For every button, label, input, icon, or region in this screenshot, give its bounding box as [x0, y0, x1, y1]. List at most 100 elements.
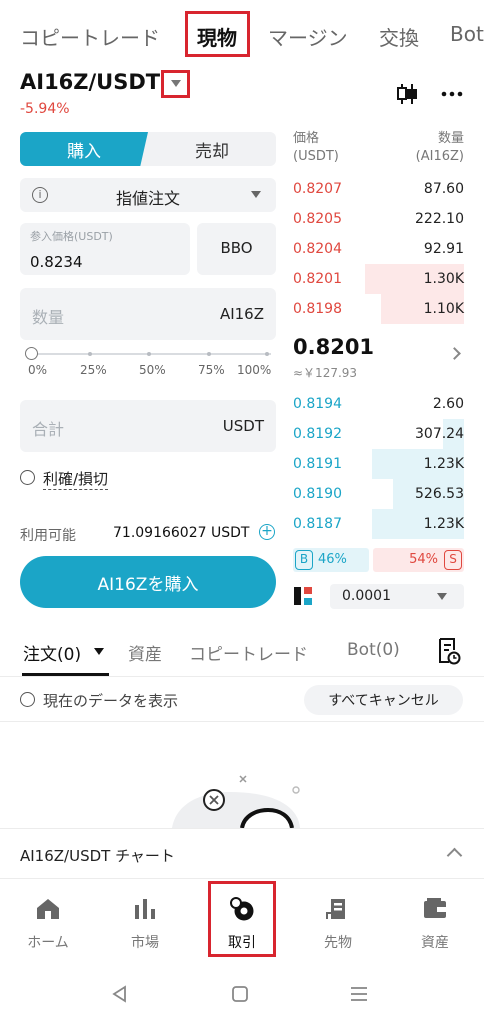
bbo-button[interactable]: BBO	[197, 223, 276, 275]
ask-row[interactable]: 0.8204 92.91	[287, 234, 464, 264]
buy-ratio-tag: B	[295, 550, 313, 570]
bid-qty: 1.23K	[423, 456, 464, 472]
highlight-box-dropdown	[161, 70, 190, 98]
bid-row[interactable]: 0.8192 307.24	[287, 419, 464, 449]
chevron-up-icon[interactable]	[446, 847, 463, 864]
pair-name[interactable]: AI16Z/USDT	[20, 70, 160, 94]
slider-label-50: 50%	[139, 363, 166, 377]
more-icon[interactable]	[440, 84, 464, 104]
ask-price: 0.8207	[293, 181, 342, 197]
slider-mark-50[interactable]	[147, 352, 151, 356]
tab-orders[interactable]: 注文(0)	[23, 640, 81, 665]
ask-price: 0.8201	[293, 271, 342, 287]
divider	[0, 676, 484, 677]
highlight-box-spot	[185, 11, 250, 57]
slider-mark-75[interactable]	[207, 352, 211, 356]
amount-slider[interactable]	[31, 353, 271, 355]
home-button-icon[interactable]	[232, 986, 248, 1002]
ask-qty: 1.30K	[423, 271, 464, 287]
bid-price: 0.8191	[293, 456, 342, 472]
qty-header-unit: (AI16Z)	[415, 149, 464, 164]
price-header-unit: (USDT)	[293, 149, 339, 164]
orderbook-qty-header: 数量 (AI16Z)	[416, 130, 464, 166]
buy-button[interactable]: AI16Zを購入	[20, 556, 276, 608]
nav-markets[interactable]: 市場	[97, 879, 193, 965]
buy-sell-toggle: 購入 売却	[20, 132, 276, 166]
depth-precision-value: 0.0001	[342, 588, 391, 604]
bid-row[interactable]: 0.8194 2.60	[287, 389, 464, 419]
cancel-all-button[interactable]: すべてキャンセル	[304, 685, 463, 715]
buy-ratio-value: 46%	[318, 552, 347, 567]
price-input[interactable]: 参入価格(USDT) 0.8234	[20, 223, 190, 275]
nav-home[interactable]: ホーム	[0, 879, 96, 965]
price-placeholder: 参入価格(USDT)	[30, 230, 113, 243]
slider-mark-100[interactable]	[265, 352, 269, 356]
system-nav-bar	[0, 964, 484, 1024]
slider-mark-25[interactable]	[88, 352, 92, 356]
tab-margin[interactable]: マージン	[268, 22, 348, 51]
slider-handle[interactable]	[25, 347, 38, 360]
bid-price: 0.8190	[293, 486, 342, 502]
tpsl-radio[interactable]	[20, 470, 35, 485]
bid-price: 0.8192	[293, 426, 342, 442]
total-input[interactable]: 合計 USDT	[20, 400, 276, 452]
ask-qty: 222.10	[415, 211, 464, 227]
bid-row[interactable]: 0.8190 526.53	[287, 479, 464, 509]
nav-label: 資産	[421, 935, 449, 951]
ask-row[interactable]: 0.8198 1.10K	[287, 294, 464, 324]
show-current-label[interactable]: 現在のデータを表示	[43, 690, 178, 711]
highlight-box-trade	[208, 881, 276, 957]
chevron-right-icon[interactable]	[448, 347, 461, 360]
slider-label-25: 25%	[80, 363, 107, 377]
bid-row[interactable]: 0.8191 1.23K	[287, 449, 464, 479]
tab-copy-trade[interactable]: コピートレード	[20, 22, 160, 51]
slider-label-75: 75%	[198, 363, 225, 377]
ask-qty: 92.91	[423, 241, 464, 257]
chart-bar-label: AI16Z/USDT チャート	[20, 847, 175, 865]
available-label: 利用可能	[20, 528, 76, 544]
add-funds-icon[interactable]: +	[259, 524, 275, 540]
recent-apps-icon[interactable]	[350, 986, 368, 1002]
bid-price: 0.8187	[293, 516, 342, 532]
price-value: 0.8234	[30, 253, 83, 271]
back-icon[interactable]	[111, 985, 127, 1003]
candlestick-icon[interactable]	[395, 84, 419, 104]
price-header-label: 価格	[293, 131, 320, 146]
show-current-radio[interactable]	[20, 692, 35, 707]
slider-label-0: 0%	[28, 363, 48, 377]
bar-chart-icon	[135, 899, 155, 919]
empty-state-illustration	[172, 775, 300, 828]
chart-collapse-bar[interactable]: AI16Z/USDT チャート	[0, 828, 484, 878]
ask-row[interactable]: 0.8205 222.10	[287, 204, 464, 234]
caret-down-icon[interactable]	[94, 648, 104, 655]
orderbook-layout-icon[interactable]	[293, 586, 313, 606]
total-unit: USDT	[222, 417, 264, 435]
tab-assets[interactable]: 資産	[128, 640, 162, 665]
ask-row[interactable]: 0.8207 87.60	[287, 174, 464, 204]
tab-bot-orders[interactable]: Bot(0)	[347, 640, 400, 660]
bid-price: 0.8194	[293, 396, 342, 412]
tpsl-label[interactable]: 利確/損切	[43, 468, 109, 490]
tab-bot[interactable]: Bot	[450, 22, 484, 46]
quantity-input[interactable]: 数量 AI16Z	[20, 288, 276, 340]
bid-row[interactable]: 0.8187 1.23K	[287, 509, 464, 539]
ask-qty: 87.60	[423, 181, 464, 197]
sell-tab[interactable]: 売却	[148, 132, 276, 166]
quantity-unit: AI16Z	[219, 305, 264, 323]
buy-tab[interactable]: 購入	[20, 132, 148, 166]
nav-futures[interactable]: 先物	[290, 879, 386, 965]
tab-copy-trade-orders[interactable]: コピートレード	[189, 640, 308, 665]
sell-ratio-tag: S	[444, 550, 462, 570]
bid-qty: 526.53	[415, 486, 464, 502]
order-history-icon[interactable]	[437, 637, 461, 665]
tab-exchange[interactable]: 交換	[379, 22, 419, 51]
ask-row[interactable]: 0.8201 1.30K	[287, 264, 464, 294]
depth-precision-select[interactable]: 0.0001	[330, 584, 464, 609]
order-type-select[interactable]: i 指値注文	[20, 178, 276, 212]
bid-qty: 1.23K	[423, 516, 464, 532]
bid-qty: 307.24	[415, 426, 464, 442]
ask-price: 0.8205	[293, 211, 342, 227]
available-value: 71.09166027 USDT	[113, 525, 250, 541]
nav-assets[interactable]: 資産	[387, 879, 483, 965]
total-placeholder: 合計	[32, 420, 65, 439]
